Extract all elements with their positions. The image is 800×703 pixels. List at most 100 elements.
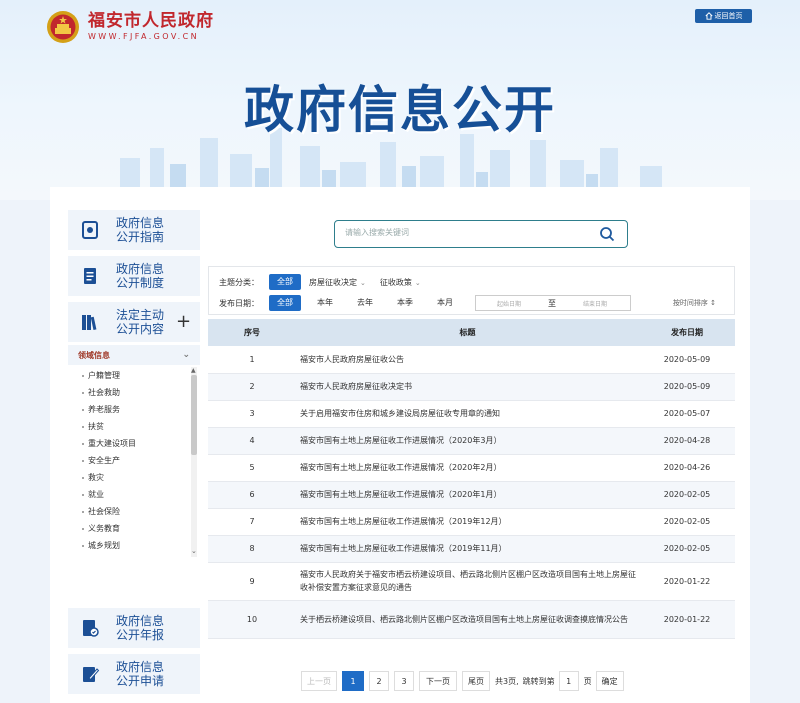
goto-confirm-button[interactable]: 确定 — [595, 671, 624, 691]
row-title-link[interactable]: 福安市国有土地上房屋征收工作进展情况（2020年3月） — [296, 427, 639, 455]
domain-item-major-projects[interactable]: 重大建设项目 — [68, 435, 200, 452]
expand-plus-icon[interactable]: + — [176, 313, 191, 331]
table-row[interactable]: 8 福安市国有土地上房屋征收工作进展情况（2019年11月） 2020-02-0… — [208, 535, 735, 563]
column-header-title: 标题 — [296, 319, 639, 346]
topic-option-expropriation-policy[interactable]: 征收政策 ⌄ — [380, 277, 421, 288]
table-row[interactable]: 9 福安市人民政府关于福安市栖云桥建设项目、栖云路北侧片区棚户区改造项目国有土地… — [208, 562, 735, 601]
sidebar-item-guide[interactable]: 政府信息 公开指南 — [68, 210, 200, 250]
sidebar-item-label: 政府信息 — [115, 216, 164, 230]
domain-list-scrollbar[interactable]: ▲ ⌄ — [191, 367, 197, 557]
row-date: 2020-02-05 — [639, 535, 735, 563]
table-row[interactable]: 3 关于启用福安市住房和城乡建设局房屋征收专用章的通知 2020-05-07 — [208, 400, 735, 428]
goto-page-input[interactable]: 1 — [558, 671, 579, 691]
domain-info-title: 领域信息 — [78, 350, 110, 360]
row-title-link[interactable]: 福安市人民政府房屋征收公告 — [296, 346, 639, 374]
sidebar-item-label: 公开内容 — [115, 322, 164, 336]
date-all-button[interactable]: 全部 — [269, 295, 301, 311]
page-3-button[interactable]: 3 — [394, 671, 414, 691]
sidebar-item-apply[interactable]: 政府信息 公开申请 — [68, 654, 200, 694]
row-index: 7 — [208, 508, 296, 536]
table-row[interactable]: 1 福安市人民政府房屋征收公告 2020-05-09 — [208, 346, 735, 374]
row-index: 10 — [208, 600, 296, 639]
document-icon — [84, 268, 96, 284]
page-2-button[interactable]: 2 — [369, 671, 389, 691]
domain-item-poverty-alleviation[interactable]: 扶贫 — [68, 418, 200, 435]
prev-page-button[interactable]: 上一页 — [301, 671, 337, 691]
topic-all-button[interactable]: 全部 — [269, 274, 301, 290]
topic-option-label: 房屋征收决定 — [309, 277, 357, 287]
domain-item-urban-rural-planning[interactable]: 城乡规划 — [68, 537, 200, 554]
row-date: 2020-05-07 — [639, 400, 735, 428]
annual-report-icon — [83, 620, 99, 637]
domain-item-social-insurance[interactable]: 社会保险 — [68, 503, 200, 520]
scroll-up-arrow-icon[interactable]: ▲ — [191, 367, 196, 374]
row-date: 2020-02-05 — [639, 481, 735, 509]
domain-item-household-registration[interactable]: 户籍管理 — [68, 367, 200, 384]
table-row[interactable]: 10 关于栖云桥建设项目、栖云路北侧片区棚户区改造项目国有土地上房屋征收调查摸底… — [208, 600, 735, 639]
table-row[interactable]: 6 福安市国有土地上房屋征收工作进展情况（2020年1月） 2020-02-05 — [208, 481, 735, 509]
domain-item-compulsory-education[interactable]: 义务教育 — [68, 520, 200, 537]
chevron-down-icon: ⌄ — [360, 278, 366, 287]
search-icon[interactable] — [599, 226, 615, 242]
site-logo[interactable]: 福安市人民政府 WWW.FJFA.GOV.CN — [46, 10, 214, 44]
date-this-quarter-button[interactable]: 本季 — [389, 295, 421, 311]
sidebar-item-label: 政府信息 — [115, 262, 164, 276]
row-title-link[interactable]: 福安市人民政府关于福安市栖云桥建设项目、栖云路北侧片区棚户区改造项目国有土地上房… — [296, 562, 639, 601]
sidebar-item-label: 公开年报 — [115, 628, 164, 642]
domain-info-header[interactable]: 领域信息 ⌄ — [68, 345, 200, 365]
date-this-month-button[interactable]: 本月 — [429, 295, 461, 311]
table-row[interactable]: 5 福安市国有土地上房屋征收工作进展情况（2020年2月） 2020-04-26 — [208, 454, 735, 482]
row-index: 2 — [208, 373, 296, 401]
topic-option-label: 征收政策 — [379, 277, 412, 287]
row-title-link[interactable]: 福安市国有土地上房屋征收工作进展情况（2019年11月） — [296, 535, 639, 563]
date-filter-label: 发布日期： — [219, 298, 259, 308]
row-date: 2020-05-09 — [639, 346, 735, 374]
row-date: 2020-04-26 — [639, 454, 735, 482]
row-date: 2020-01-22 — [639, 562, 735, 601]
topic-option-expropriation-decision[interactable]: 房屋征收决定 ⌄ — [309, 277, 366, 288]
row-title-link[interactable]: 关于启用福安市住房和城乡建设局房屋征收专用章的通知 — [296, 400, 639, 428]
domain-item-employment[interactable]: 就业 — [68, 486, 200, 503]
row-index: 8 — [208, 535, 296, 563]
domain-item-elderly-care[interactable]: 养老服务 — [68, 401, 200, 418]
page-hero-title: 政府信息公开 — [244, 81, 556, 139]
domain-item-work-safety[interactable]: 安全生产 — [68, 452, 200, 469]
row-date: 2020-04-28 — [639, 427, 735, 455]
date-last-year-button[interactable]: 去年 — [349, 295, 381, 311]
scroll-down-arrow-icon[interactable]: ⌄ — [191, 547, 197, 555]
row-title-link[interactable]: 关于栖云桥建设项目、栖云路北侧片区棚户区改造项目国有土地上房屋征收调查摸底情况公… — [296, 600, 639, 639]
row-index: 5 — [208, 454, 296, 482]
scrollbar-thumb[interactable] — [191, 375, 197, 455]
sidebar-item-annual-report[interactable]: 政府信息 公开年报 — [68, 608, 200, 648]
sidebar-item-label: 政府信息 — [115, 660, 164, 674]
search-input[interactable] — [345, 228, 585, 237]
topic-filter-label: 主题分类： — [219, 277, 259, 287]
row-title-link[interactable]: 福安市国有土地上房屋征收工作进展情况（2019年12月） — [296, 508, 639, 536]
row-index: 3 — [208, 400, 296, 428]
domain-item-disaster-relief[interactable]: 救灾 — [68, 469, 200, 486]
row-title-link[interactable]: 福安市人民政府房屋征收决定书 — [296, 373, 639, 401]
books-icon — [82, 315, 97, 331]
table-row[interactable]: 4 福安市国有土地上房屋征收工作进展情况（2020年3月） 2020-04-28 — [208, 427, 735, 455]
row-title-link[interactable]: 福安市国有土地上房屋征收工作进展情况（2020年2月） — [296, 454, 639, 482]
table-row[interactable]: 2 福安市人民政府房屋征收决定书 2020-05-09 — [208, 373, 735, 401]
date-from-field[interactable]: 起始日期 — [476, 299, 542, 308]
page-1-button[interactable]: 1 — [342, 671, 364, 691]
sort-by-time-button[interactable]: 按时间排序 ↕ — [673, 295, 716, 311]
row-date: 2020-05-09 — [639, 373, 735, 401]
content-area: 主题分类： 全部 房屋征收决定⌄ 征收政策⌄ 发布日期： 全部 本年 去年 本季… — [208, 187, 736, 703]
table-row[interactable]: 7 福安市国有土地上房屋征收工作进展情况（2019年12月） 2020-02-0… — [208, 508, 735, 536]
row-index: 4 — [208, 427, 296, 455]
date-this-year-button[interactable]: 本年 — [309, 295, 341, 311]
last-page-button[interactable]: 尾页 — [462, 671, 490, 691]
row-title-link[interactable]: 福安市国有土地上房屋征收工作进展情况（2020年1月） — [296, 481, 639, 509]
domain-item-social-assistance[interactable]: 社会救助 — [68, 384, 200, 401]
next-page-button[interactable]: 下一页 — [419, 671, 457, 691]
column-header-index: 序号 — [208, 319, 296, 346]
sidebar-item-system[interactable]: 政府信息 公开制度 — [68, 256, 200, 296]
domain-info-list: 户籍管理 社会救助 养老服务 扶贫 重大建设项目 安全生产 救灾 就业 社会保险… — [68, 367, 200, 557]
chevron-down-icon: ⌄ — [182, 350, 190, 360]
return-home-button[interactable]: 返回首页 — [695, 9, 752, 23]
sidebar-item-statutory-content[interactable]: 法定主动 公开内容 + — [68, 302, 200, 342]
date-to-field[interactable]: 结束日期 — [562, 299, 628, 308]
